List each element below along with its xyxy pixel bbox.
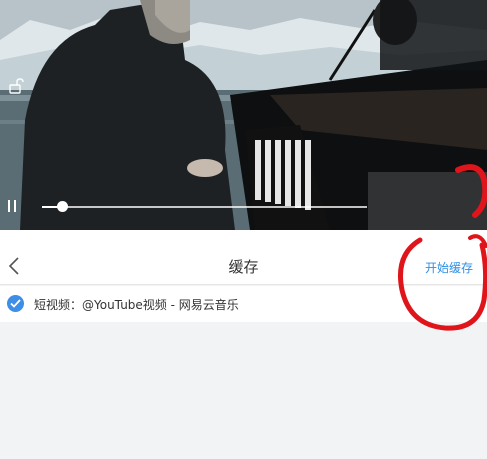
spacer [0,230,487,247]
blurred-overlay [368,172,487,230]
list-item[interactable]: 短视频：@YouTube视频 - 网易云音乐 [0,286,487,322]
checkmark-icon[interactable] [7,295,24,312]
header-bar: 缓存 开始缓存 [0,247,487,285]
unlock-icon[interactable] [8,78,24,94]
page-title: 缓存 [228,258,259,276]
list-item-label: 短视频：@YouTube视频 - 网易云音乐 [34,298,239,312]
video-player[interactable] [0,0,487,230]
pause-icon[interactable] [6,198,20,216]
progress-knob[interactable] [56,201,68,212]
progress-bar[interactable] [42,206,367,208]
screen: { "player": { "state": "paused", "progre… [0,0,487,459]
start-cache-button[interactable]: 开始缓存 [425,259,473,276]
